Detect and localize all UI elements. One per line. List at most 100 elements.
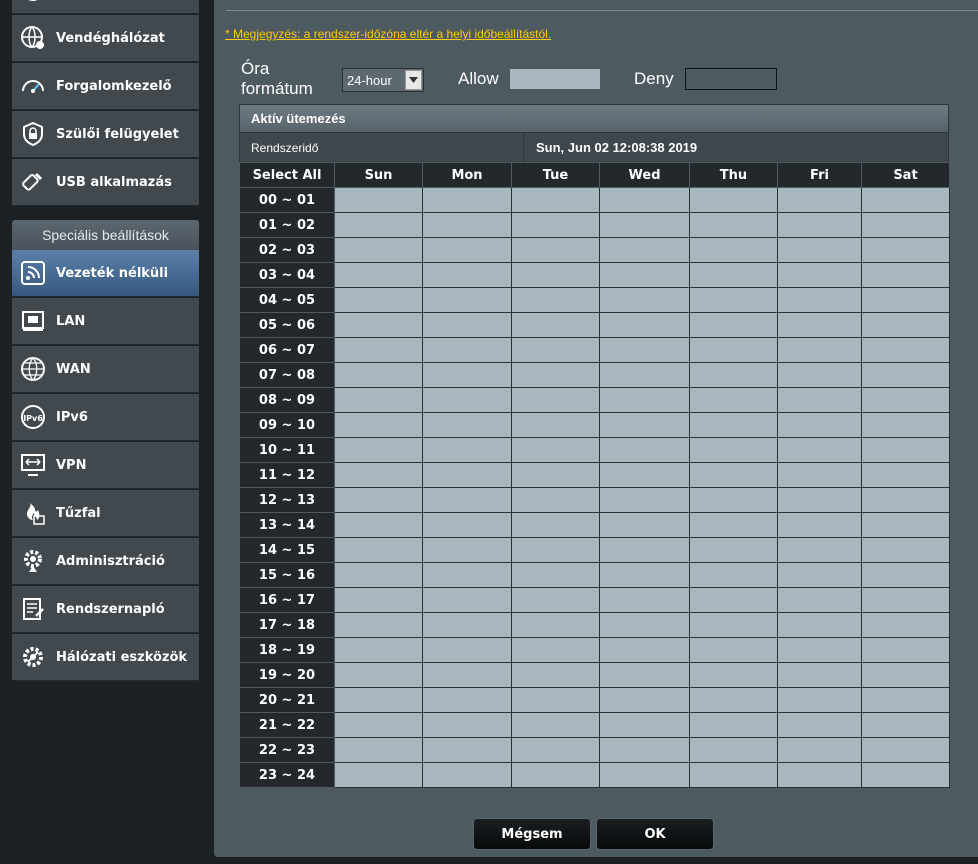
schedule-cell[interactable] bbox=[511, 612, 600, 638]
cancel-button[interactable]: Mégsem bbox=[473, 818, 591, 850]
hour-label[interactable]: 19 ~ 20 bbox=[239, 662, 335, 688]
sidebar-item-ipv6[interactable]: IPv6 IPv6 bbox=[12, 394, 199, 441]
schedule-cell[interactable] bbox=[861, 287, 950, 313]
schedule-cell[interactable] bbox=[422, 187, 512, 213]
sidebar-item-lan[interactable]: LAN bbox=[12, 298, 199, 345]
hour-label[interactable]: 13 ~ 14 bbox=[239, 512, 335, 538]
hour-label[interactable]: 11 ~ 12 bbox=[239, 462, 335, 488]
schedule-cell[interactable] bbox=[861, 587, 950, 613]
schedule-cell[interactable] bbox=[334, 537, 423, 563]
schedule-cell[interactable] bbox=[599, 687, 690, 713]
day-header[interactable]: Tue bbox=[511, 162, 600, 188]
hour-label[interactable]: 22 ~ 23 bbox=[239, 737, 335, 763]
schedule-cell[interactable] bbox=[777, 712, 862, 738]
chevron-down-icon[interactable] bbox=[405, 70, 422, 90]
schedule-cell[interactable] bbox=[689, 737, 778, 763]
schedule-cell[interactable] bbox=[689, 462, 778, 488]
schedule-cell[interactable] bbox=[511, 437, 600, 463]
schedule-cell[interactable] bbox=[861, 762, 950, 788]
schedule-cell[interactable] bbox=[422, 637, 512, 663]
schedule-cell[interactable] bbox=[861, 487, 950, 513]
schedule-cell[interactable] bbox=[689, 287, 778, 313]
schedule-cell[interactable] bbox=[599, 362, 690, 388]
schedule-cell[interactable] bbox=[511, 237, 600, 263]
schedule-cell[interactable] bbox=[599, 462, 690, 488]
schedule-cell[interactable] bbox=[511, 362, 600, 388]
hour-label[interactable]: 12 ~ 13 bbox=[239, 487, 335, 513]
schedule-cell[interactable] bbox=[689, 612, 778, 638]
schedule-cell[interactable] bbox=[861, 437, 950, 463]
hour-label[interactable]: 02 ~ 03 bbox=[239, 237, 335, 263]
schedule-cell[interactable] bbox=[334, 312, 423, 338]
schedule-cell[interactable] bbox=[334, 437, 423, 463]
schedule-cell[interactable] bbox=[422, 262, 512, 288]
schedule-cell[interactable] bbox=[334, 412, 423, 438]
sidebar-item-traffic[interactable]: Forgalomkezelő bbox=[12, 63, 199, 110]
schedule-cell[interactable] bbox=[422, 412, 512, 438]
schedule-cell[interactable] bbox=[777, 512, 862, 538]
hour-label[interactable]: 15 ~ 16 bbox=[239, 562, 335, 588]
schedule-cell[interactable] bbox=[777, 387, 862, 413]
schedule-cell[interactable] bbox=[689, 712, 778, 738]
schedule-cell[interactable] bbox=[334, 337, 423, 363]
schedule-cell[interactable] bbox=[422, 387, 512, 413]
schedule-cell[interactable] bbox=[422, 762, 512, 788]
hour-label[interactable]: 09 ~ 10 bbox=[239, 412, 335, 438]
schedule-cell[interactable] bbox=[689, 537, 778, 563]
timezone-note[interactable]: * Megjegyzés: a rendszer-időzóna eltér a… bbox=[225, 27, 551, 41]
hour-label[interactable]: 20 ~ 21 bbox=[239, 687, 335, 713]
schedule-cell[interactable] bbox=[777, 212, 862, 238]
schedule-cell[interactable] bbox=[334, 362, 423, 388]
schedule-cell[interactable] bbox=[861, 537, 950, 563]
sidebar-item-parental[interactable]: Szülői felügyelet bbox=[12, 111, 199, 158]
hour-label[interactable]: 08 ~ 09 bbox=[239, 387, 335, 413]
schedule-cell[interactable] bbox=[861, 312, 950, 338]
schedule-cell[interactable] bbox=[777, 612, 862, 638]
sidebar-item-firewall[interactable]: Tűzfal bbox=[12, 490, 199, 537]
schedule-cell[interactable] bbox=[599, 212, 690, 238]
schedule-cell[interactable] bbox=[861, 337, 950, 363]
schedule-cell[interactable] bbox=[689, 362, 778, 388]
schedule-cell[interactable] bbox=[861, 262, 950, 288]
sidebar-item-wan[interactable]: WAN bbox=[12, 346, 199, 393]
schedule-cell[interactable] bbox=[599, 412, 690, 438]
schedule-cell[interactable] bbox=[689, 587, 778, 613]
schedule-cell[interactable] bbox=[511, 187, 600, 213]
schedule-cell[interactable] bbox=[334, 387, 423, 413]
schedule-cell[interactable] bbox=[599, 637, 690, 663]
schedule-cell[interactable] bbox=[511, 737, 600, 763]
schedule-cell[interactable] bbox=[777, 312, 862, 338]
schedule-cell[interactable] bbox=[422, 312, 512, 338]
schedule-cell[interactable] bbox=[511, 337, 600, 363]
schedule-cell[interactable] bbox=[422, 537, 512, 563]
time-format-select[interactable]: 24-hour bbox=[342, 68, 424, 92]
hour-label[interactable]: 23 ~ 24 bbox=[239, 762, 335, 788]
schedule-cell[interactable] bbox=[689, 662, 778, 688]
schedule-cell[interactable] bbox=[422, 512, 512, 538]
schedule-cell[interactable] bbox=[689, 212, 778, 238]
schedule-cell[interactable] bbox=[689, 512, 778, 538]
schedule-cell[interactable] bbox=[689, 337, 778, 363]
schedule-cell[interactable] bbox=[599, 587, 690, 613]
schedule-cell[interactable] bbox=[334, 262, 423, 288]
sidebar-item-vpn[interactable]: VPN bbox=[12, 442, 199, 489]
schedule-cell[interactable] bbox=[861, 212, 950, 238]
hour-label[interactable]: 01 ~ 02 bbox=[239, 212, 335, 238]
schedule-cell[interactable] bbox=[689, 762, 778, 788]
schedule-cell[interactable] bbox=[599, 737, 690, 763]
schedule-cell[interactable] bbox=[861, 687, 950, 713]
schedule-cell[interactable] bbox=[511, 262, 600, 288]
day-header[interactable]: Mon bbox=[422, 162, 512, 188]
schedule-cell[interactable] bbox=[334, 637, 423, 663]
schedule-cell[interactable] bbox=[334, 287, 423, 313]
schedule-cell[interactable] bbox=[599, 237, 690, 263]
schedule-cell[interactable] bbox=[334, 237, 423, 263]
schedule-cell[interactable] bbox=[777, 437, 862, 463]
schedule-cell[interactable] bbox=[861, 512, 950, 538]
schedule-cell[interactable] bbox=[777, 412, 862, 438]
schedule-cell[interactable] bbox=[422, 737, 512, 763]
schedule-cell[interactable] bbox=[599, 437, 690, 463]
schedule-cell[interactable] bbox=[334, 487, 423, 513]
schedule-cell[interactable] bbox=[334, 737, 423, 763]
schedule-cell[interactable] bbox=[599, 512, 690, 538]
